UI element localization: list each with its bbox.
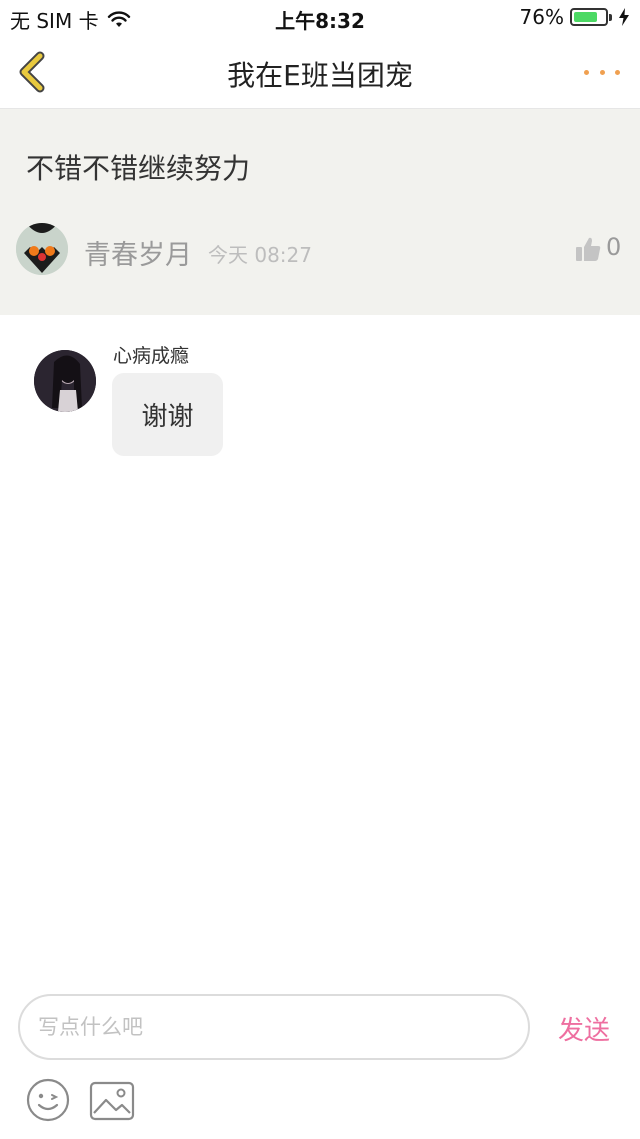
charging-bolt-icon: [619, 8, 629, 26]
nav-bar: 我在E班当团宠: [0, 36, 640, 109]
emoji-icon[interactable]: [26, 1078, 70, 1122]
comment-input[interactable]: [18, 994, 530, 1060]
like-count: 0: [606, 233, 622, 261]
page-title: 我在E班当团宠: [227, 59, 413, 92]
back-button[interactable]: [14, 50, 54, 94]
more-dots-icon: [584, 69, 589, 75]
post-time: 今天 08:27: [208, 243, 312, 267]
wifi-icon: [107, 10, 130, 27]
reply-message: 谢谢: [112, 373, 223, 456]
chevron-left-icon: [19, 51, 45, 93]
avatar[interactable]: [34, 350, 96, 412]
battery-icon: [570, 8, 612, 26]
image-icon[interactable]: [89, 1080, 135, 1122]
post-author[interactable]: 青春岁月: [84, 233, 192, 272]
carrier-label: 无 SIM 卡: [10, 9, 99, 33]
thumbs-up-icon[interactable]: [574, 235, 602, 263]
status-bar: 无 SIM 卡 上午8:32 76%: [0, 0, 640, 36]
battery-percent: 76%: [519, 5, 564, 29]
reply-author[interactable]: 心病成瘾: [113, 341, 189, 368]
avatar-image: [16, 223, 68, 275]
status-left: 无 SIM 卡: [10, 5, 131, 34]
original-post: 不错不错继续努力 青春岁月 今天 08:27 0: [0, 109, 640, 315]
more-dots-icon: [615, 69, 620, 75]
more-button[interactable]: [584, 62, 620, 82]
avatar-image: [34, 350, 96, 412]
send-button[interactable]: 发送: [558, 1010, 610, 1047]
reply-text: 谢谢: [141, 402, 194, 432]
more-dots-icon: [599, 69, 605, 75]
post-text: 不错不错继续努力: [26, 152, 251, 185]
avatar[interactable]: [16, 223, 68, 275]
status-right: 76%: [520, 5, 630, 29]
battery-level: [574, 12, 597, 22]
